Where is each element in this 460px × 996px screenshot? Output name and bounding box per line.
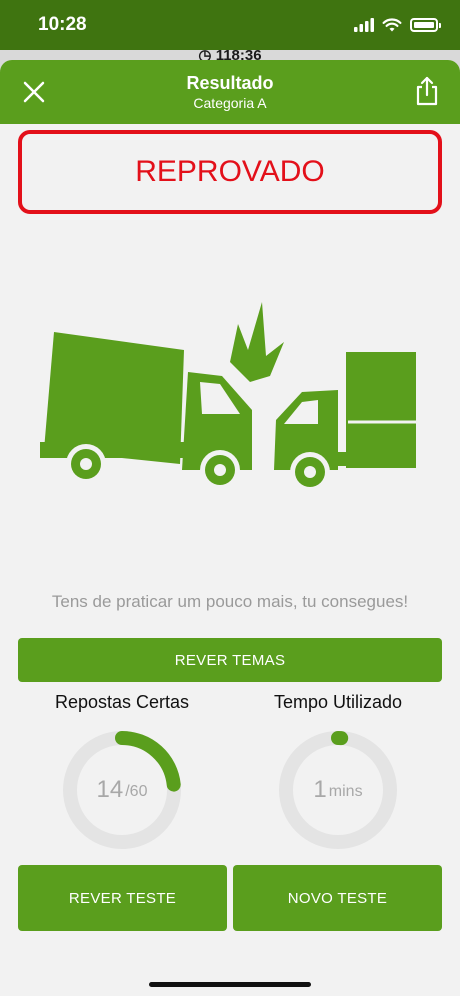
time-used-value: 1	[313, 776, 327, 803]
correct-answers-label: Repostas Certas	[54, 692, 190, 712]
status-time: 10:28	[38, 14, 87, 35]
result-status-box: REPROVADO	[18, 130, 442, 214]
correct-answers-ring: 14 /60	[60, 728, 184, 852]
review-test-button[interactable]: REVER TESTE	[18, 865, 227, 931]
nav-bar: Resultado Categoria A	[0, 60, 460, 124]
time-used-label: Tempo Utilizado	[273, 692, 403, 712]
truck-crash-illustration	[40, 302, 416, 492]
signal-icon	[354, 18, 374, 32]
wifi-icon	[382, 17, 402, 31]
page-title: Resultado	[186, 73, 274, 93]
result-status-label: REPROVADO	[135, 155, 325, 188]
result-sheet: Resultado Categoria A REPROVADO Tens de …	[0, 60, 460, 996]
share-icon[interactable]	[414, 76, 440, 106]
new-test-button[interactable]: NOVO TESTE	[233, 865, 442, 931]
page-subtitle: Categoria A	[193, 95, 267, 111]
review-topics-button[interactable]: REVER TEMAS	[18, 638, 442, 682]
status-bar: 10:28	[0, 0, 460, 50]
status-icons	[354, 16, 441, 34]
time-used-unit: mins	[328, 783, 363, 800]
battery-icon	[410, 18, 441, 32]
correct-answers-value: 14	[96, 776, 124, 803]
home-indicator	[149, 982, 311, 987]
result-message: Tens de praticar um pouco mais, tu conse…	[51, 592, 409, 611]
correct-answers-total: /60	[125, 783, 148, 800]
time-used-ring: 1 mins	[276, 728, 400, 852]
